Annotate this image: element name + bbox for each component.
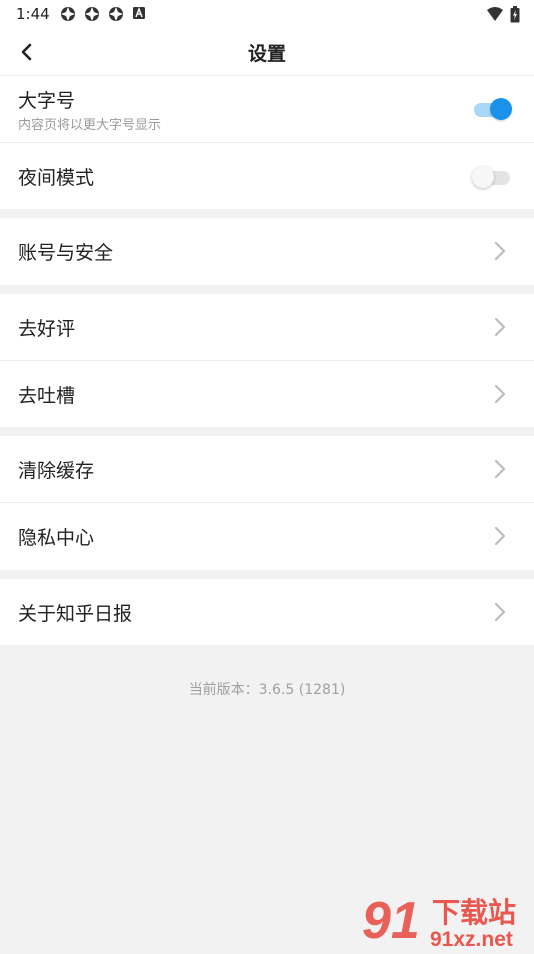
status-system-icons: [486, 6, 520, 23]
large-font-label: 大字号: [18, 90, 76, 112]
app-bar: 设置: [0, 28, 534, 76]
toggle-thumb: [490, 98, 512, 120]
chevron-right-icon: [494, 602, 506, 622]
notification-app-icon: [109, 7, 123, 21]
account-security-row[interactable]: 账号与安全: [0, 218, 534, 285]
night-mode-toggle[interactable]: [472, 164, 514, 190]
clear-cache-label: 清除缓存: [18, 460, 95, 482]
status-notification-icons: [60, 6, 146, 22]
version-text: 当前版本：3.6.5 (1281): [188, 682, 346, 698]
large-font-toggle[interactable]: [472, 96, 514, 122]
chevron-right-icon: [494, 459, 506, 479]
notification-app-icon: [61, 7, 75, 21]
site-watermark-logo: 91 下载站 91xz.net: [360, 892, 532, 951]
rate-app-label: 去好评: [18, 318, 76, 340]
feedback-row[interactable]: 去吐槽: [0, 361, 534, 427]
status-bar: 1:44: [0, 0, 534, 28]
privacy-center-label: 隐私中心: [18, 527, 95, 549]
notification-app-icon: [85, 7, 99, 21]
clear-cache-row[interactable]: 清除缓存: [0, 436, 534, 502]
page-title: 设置: [247, 43, 286, 65]
watermark-logo-icon: 91 下载站 91xz.net: [362, 892, 516, 951]
large-font-row[interactable]: 大字号 内容页将以更大字号显示: [0, 76, 534, 142]
privacy-center-row[interactable]: 隐私中心: [0, 503, 534, 570]
chevron-right-icon: [494, 317, 506, 337]
battery-icon: [510, 6, 520, 23]
watermark-brand-text: 下载站: [432, 896, 516, 929]
night-mode-row[interactable]: 夜间模式: [0, 143, 534, 209]
a-badge-icon: [133, 6, 145, 19]
status-time: 1:44: [16, 5, 50, 23]
large-font-subtitle: 内容页将以更大字号显示: [18, 118, 162, 133]
account-security-label: 账号与安全: [18, 242, 114, 264]
chevron-right-icon: [494, 526, 506, 546]
feedback-label: 去吐槽: [18, 385, 76, 407]
watermark-logo-text: 91: [362, 892, 420, 950]
about-label: 关于知乎日报: [18, 603, 133, 625]
toggle-thumb: [472, 166, 494, 188]
about-row[interactable]: 关于知乎日报: [0, 579, 534, 645]
chevron-right-icon: [494, 241, 506, 261]
chevron-right-icon: [494, 384, 506, 404]
watermark-url-text: 91xz.net: [430, 928, 513, 950]
night-mode-label: 夜间模式: [18, 167, 95, 189]
rate-app-row[interactable]: 去好评: [0, 294, 534, 360]
wifi-icon: [487, 7, 503, 21]
